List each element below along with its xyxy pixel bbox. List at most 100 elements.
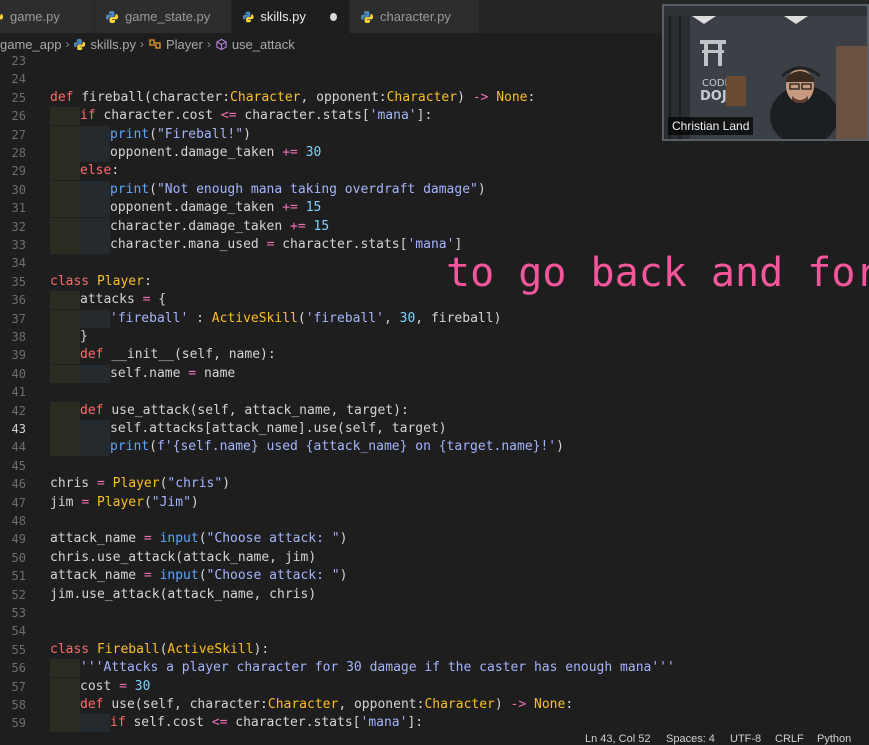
status-eol[interactable]: CRLF	[775, 733, 804, 745]
line-number: 26	[11, 109, 26, 124]
indent-guide	[50, 364, 80, 383]
code-line[interactable]: 28 opponent.damage_taken += 30	[0, 144, 869, 162]
chevron-right-icon: ›	[65, 37, 70, 51]
line-number: 34	[11, 256, 26, 271]
code-line[interactable]: 41	[0, 383, 869, 401]
line-number: 30	[11, 182, 26, 197]
indent-guide	[50, 438, 80, 457]
indent-guide	[50, 309, 80, 328]
indent-guide	[80, 309, 110, 328]
code-line[interactable]: 40 self.name = name	[0, 364, 869, 383]
method-symbol-icon	[216, 38, 227, 50]
line-number: 48	[11, 514, 26, 528]
status-indentation[interactable]: Spaces: 4	[666, 733, 715, 745]
line-number: 49	[11, 532, 26, 547]
code-text: def use(self, character:Character, oppon…	[50, 696, 573, 714]
line-number: 23	[11, 54, 26, 68]
code-line[interactable]: 59 if self.cost <= character.stats['mana'…	[0, 714, 869, 733]
code-line[interactable]: 45	[0, 457, 869, 475]
code-editor[interactable]: 23 24 25 def fireball(character:Character, …	[0, 52, 869, 736]
code-line[interactable]: 48	[0, 512, 869, 530]
code-line[interactable]: 39 def __init__(self, name):	[0, 346, 869, 365]
code-text: cost = 30	[50, 677, 150, 696]
indent-guide	[50, 346, 80, 365]
indent-guide	[80, 714, 110, 733]
status-encoding[interactable]: UTF-8	[730, 733, 761, 745]
line-number: 46	[11, 477, 26, 492]
line-number: 37	[11, 311, 26, 326]
python-file-icon	[74, 38, 86, 50]
code-line[interactable]: 49 attack_name = input("Choose attack: ")	[0, 530, 869, 548]
python-file-icon	[0, 13, 3, 22]
tab-game-py[interactable]: game.py	[0, 0, 95, 33]
indent-guide	[50, 420, 80, 438]
indent-guide	[80, 438, 110, 457]
line-number: 50	[11, 550, 26, 565]
line-number: 41	[11, 385, 26, 400]
code-line[interactable]: 54	[0, 622, 869, 640]
code-line[interactable]: 37 'fireball' : ActiveSkill('fireball', 3…	[0, 309, 869, 328]
python-file-icon	[106, 10, 118, 23]
code-line[interactable]: 50 chris.use_attack(attack_name, jim)	[0, 549, 869, 567]
status-language[interactable]: Python	[817, 733, 851, 745]
code-text: character.mana_used = character.stats['m…	[50, 236, 462, 254]
tab-skills-py[interactable]: skills.py	[232, 0, 350, 33]
code-text: attacks = {	[50, 291, 166, 310]
code-line[interactable]: 43 self.attacks[attack_name].use(self, ta…	[0, 420, 869, 438]
code-line[interactable]: 58 def use(self, character:Character, opp…	[0, 696, 869, 714]
python-file-icon	[242, 11, 254, 22]
code-line[interactable]: 44 print(f'{self.name} used {attack_name}…	[0, 438, 869, 457]
line-number: 53	[11, 606, 26, 620]
code-text: jim.use_attack(attack_name, chris)	[50, 586, 317, 602]
indent-guide	[50, 199, 80, 218]
line-number: 44	[11, 440, 26, 455]
code-line[interactable]: 51 attack_name = input("Choose attack: ")	[0, 567, 869, 585]
code-line[interactable]: 56 '''Attacks a player character for 30 d…	[0, 659, 869, 678]
code-text: self.name = name	[50, 364, 235, 383]
code-text: }	[50, 328, 88, 346]
breadcrumb-file[interactable]: skills.py	[90, 37, 136, 52]
code-text: '''Attacks a player character for 30 dam…	[50, 659, 675, 678]
code-line[interactable]: 38}	[0, 328, 869, 346]
code-line[interactable]: 52 jim.use_attack(attack_name, chris)	[0, 586, 869, 604]
indent-guide	[80, 144, 110, 162]
tab-label: game.py	[10, 9, 60, 24]
tab-label: game_state.py	[125, 9, 211, 24]
line-number: 54	[11, 624, 26, 639]
presenter-name: Christian Land	[668, 117, 754, 135]
tab-game-state-py[interactable]: game_state.py	[95, 0, 232, 33]
code-line[interactable]: 29 else:	[0, 162, 869, 181]
unsaved-dot-icon[interactable]	[329, 12, 337, 21]
indent-guide	[80, 364, 110, 383]
breadcrumb-class[interactable]: Player	[166, 37, 203, 52]
tab-label: character.py	[380, 9, 451, 24]
code-line[interactable]: 42 def use_attack(self, attack_name, targ…	[0, 401, 869, 420]
code-line[interactable]: 46 chris = Player("chris")	[0, 475, 869, 493]
video-caption: to go back and for	[446, 250, 869, 296]
indent-guide	[80, 420, 110, 438]
class-symbol-icon	[149, 39, 161, 49]
code-line[interactable]: 47 jim = Player("Jim")	[0, 494, 869, 512]
line-number: 32	[11, 219, 26, 234]
code-line[interactable]: 53	[0, 604, 869, 622]
tab-character-py[interactable]: character.py	[350, 0, 480, 33]
code-line[interactable]: 30 print("Not enough mana taking overdraf…	[0, 180, 869, 199]
indent-guide	[50, 236, 80, 254]
code-line[interactable]: 32 character.damage_taken += 15	[0, 217, 869, 236]
code-text: attack_name = input("Choose attack: ")	[50, 568, 348, 584]
code-line[interactable]: 31 opponent.damage_taken += 15	[0, 199, 869, 218]
line-number: 24	[11, 72, 26, 87]
breadcrumb-method[interactable]: use_attack	[232, 37, 295, 52]
code-line[interactable]: 55 class Fireball(ActiveSkill):	[0, 641, 869, 659]
line-number: 36	[11, 293, 26, 308]
code-line[interactable]: 57 cost = 30	[0, 677, 869, 696]
indent-guide	[80, 199, 110, 218]
chevron-right-icon: ›	[139, 37, 144, 51]
breadcrumb-folder[interactable]: game_app	[0, 37, 61, 52]
line-number: 28	[11, 146, 26, 160]
code-text: print("Fireball!")	[50, 125, 251, 144]
status-cursor-position[interactable]: Ln 43, Col 52	[585, 733, 650, 745]
line-number: 25	[11, 90, 26, 105]
code-text: 'fireball' : ActiveSkill('fireball', 30,…	[50, 309, 501, 328]
indent-guide	[80, 217, 110, 236]
